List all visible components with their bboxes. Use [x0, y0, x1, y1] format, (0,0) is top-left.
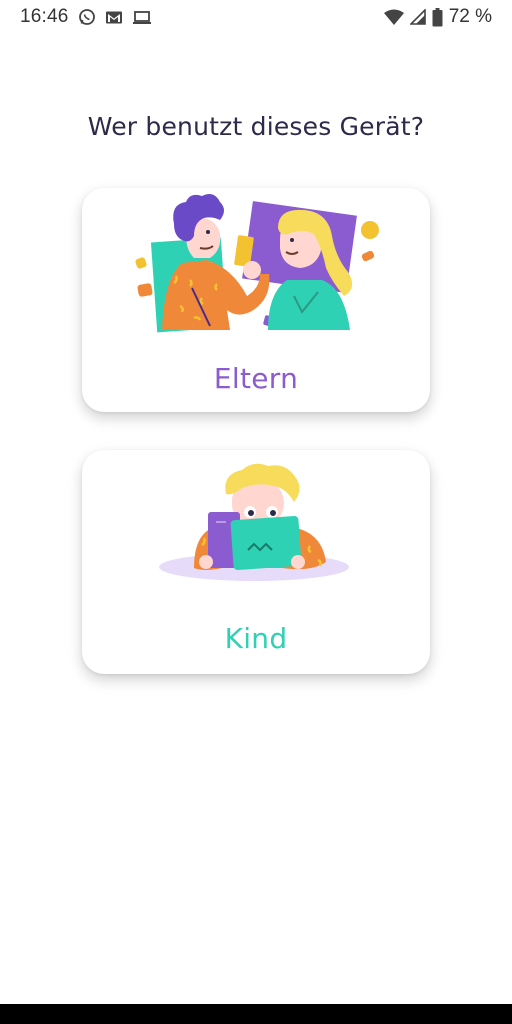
battery-icon [432, 7, 443, 27]
status-left: 16:46 [20, 6, 152, 28]
wifi-icon [383, 9, 404, 26]
child-label: Kind [224, 622, 288, 655]
whatsapp-icon [78, 8, 96, 26]
parent-option-card[interactable]: Eltern [82, 188, 430, 412]
parents-illustration [135, 194, 379, 333]
child-option-card[interactable]: Kind [82, 450, 430, 674]
signal-icon [409, 9, 426, 25]
system-navigation-bar [0, 1004, 512, 1024]
child-illustration [159, 463, 349, 581]
status-right: 72 % [383, 6, 492, 28]
status-time: 16:46 [20, 6, 69, 27]
status-bar: 16:46 72 % [0, 0, 512, 36]
page-title: Wer benutzt dieses Gerät? [87, 112, 425, 141]
parent-label: Eltern [213, 362, 299, 395]
battery-percent: 72 % [448, 6, 492, 27]
laptop-icon [132, 10, 152, 25]
gmail-icon [105, 10, 123, 25]
